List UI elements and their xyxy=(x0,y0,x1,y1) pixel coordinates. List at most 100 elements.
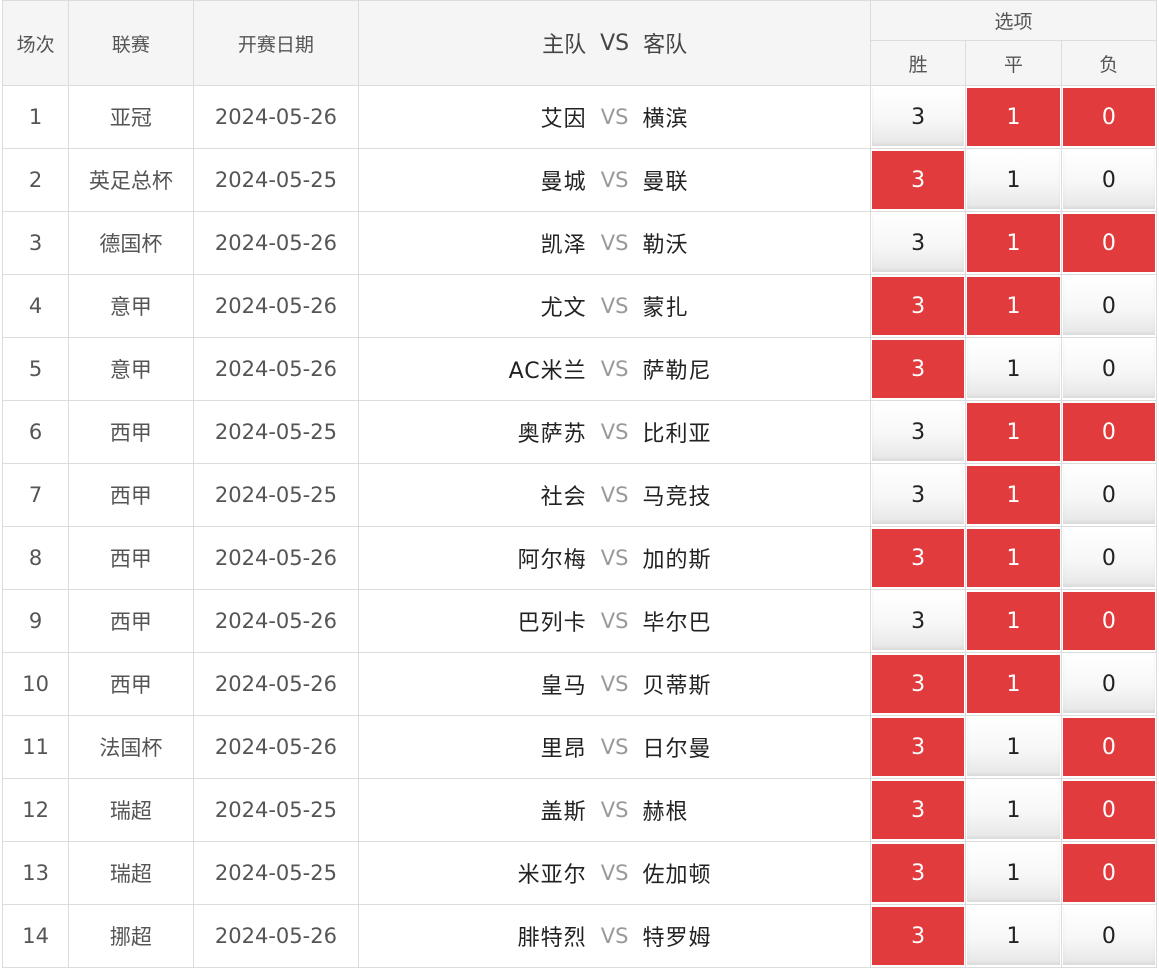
option-draw-button[interactable]: 1 xyxy=(967,592,1060,650)
table-row: 9 西甲 2024-05-26 巴列卡 VS 毕尔巴 3 1 0 xyxy=(1,589,1158,653)
home-team: 曼城 xyxy=(540,170,587,195)
league-name: 瑞超 xyxy=(68,841,194,905)
home-team: 艾因 xyxy=(540,107,587,132)
table-row: 1 亚冠 2024-05-26 艾因 VS 横滨 3 1 0 xyxy=(1,85,1158,149)
header-match: 场次 xyxy=(1,0,70,86)
option-lose-button[interactable]: 0 xyxy=(1062,214,1155,272)
option-draw-button[interactable]: 1 xyxy=(967,214,1060,272)
vs-label: VS xyxy=(600,357,629,381)
option-draw-button[interactable]: 1 xyxy=(967,340,1060,398)
option-draw-button[interactable]: 1 xyxy=(967,529,1060,587)
away-team: 比利亚 xyxy=(642,422,712,447)
teams-cell: 盖斯 VS 赫根 xyxy=(358,778,871,842)
vs-label: VS xyxy=(600,420,629,444)
table-row: 6 西甲 2024-05-25 奥萨苏 VS 比利亚 3 1 0 xyxy=(1,400,1158,464)
option-draw-button[interactable]: 1 xyxy=(967,277,1060,335)
option-draw-button[interactable]: 1 xyxy=(967,655,1060,713)
option-cell-lose: 0 xyxy=(1060,148,1158,212)
option-draw-button[interactable]: 1 xyxy=(967,907,1060,965)
option-lose-button[interactable]: 0 xyxy=(1062,340,1155,398)
match-number: 5 xyxy=(1,337,70,401)
option-cell-lose: 0 xyxy=(1060,652,1158,716)
option-win-button[interactable]: 3 xyxy=(871,655,965,713)
option-win-button[interactable]: 3 xyxy=(871,151,965,209)
home-team: 腓特烈 xyxy=(517,926,587,951)
option-win-button[interactable]: 3 xyxy=(871,718,965,776)
home-team: AC米兰 xyxy=(508,359,587,384)
option-lose-button[interactable]: 0 xyxy=(1062,529,1155,587)
header-teams: 主队 VS 客队 xyxy=(358,0,871,86)
option-cell-lose: 0 xyxy=(1060,904,1158,968)
match-date: 2024-05-26 xyxy=(192,274,360,338)
away-team: 萨勒尼 xyxy=(642,359,712,384)
league-name: 西甲 xyxy=(68,526,194,590)
option-win-button[interactable]: 3 xyxy=(871,277,965,335)
option-lose-button[interactable]: 0 xyxy=(1062,907,1155,965)
table-row: 8 西甲 2024-05-26 阿尔梅 VS 加的斯 3 1 0 xyxy=(1,526,1158,590)
option-lose-button[interactable]: 0 xyxy=(1062,718,1155,776)
option-cell-draw: 1 xyxy=(965,211,1062,275)
league-name: 西甲 xyxy=(68,589,194,653)
option-lose-button[interactable]: 0 xyxy=(1062,88,1155,146)
option-win-button[interactable]: 3 xyxy=(871,466,965,524)
home-team: 凯泽 xyxy=(540,233,587,258)
option-win-button[interactable]: 3 xyxy=(871,592,965,650)
option-draw-button[interactable]: 1 xyxy=(967,88,1060,146)
option-cell-lose: 0 xyxy=(1060,589,1158,653)
option-draw-button[interactable]: 1 xyxy=(967,151,1060,209)
league-name: 英足总杯 xyxy=(68,148,194,212)
option-cell-lose: 0 xyxy=(1060,463,1158,527)
table-row: 4 意甲 2024-05-26 尤文 VS 蒙扎 3 1 0 xyxy=(1,274,1158,338)
match-date: 2024-05-26 xyxy=(192,211,360,275)
option-cell-lose: 0 xyxy=(1060,715,1158,779)
league-name: 西甲 xyxy=(68,463,194,527)
vs-label: VS xyxy=(600,861,629,885)
option-win-button[interactable]: 3 xyxy=(871,88,965,146)
table-row: 14 挪超 2024-05-26 腓特烈 VS 特罗姆 3 1 0 xyxy=(1,904,1158,968)
option-win-button[interactable]: 3 xyxy=(871,844,965,902)
league-name: 挪超 xyxy=(68,904,194,968)
option-win-button[interactable]: 3 xyxy=(871,529,965,587)
option-draw-button[interactable]: 1 xyxy=(967,403,1060,461)
option-cell-draw: 1 xyxy=(965,148,1062,212)
option-draw-button[interactable]: 1 xyxy=(967,781,1060,839)
option-win-button[interactable]: 3 xyxy=(871,214,965,272)
away-team: 日尔曼 xyxy=(642,737,712,762)
table-row: 7 西甲 2024-05-25 社会 VS 马竞技 3 1 0 xyxy=(1,463,1158,527)
option-lose-button[interactable]: 0 xyxy=(1062,655,1155,713)
option-draw-button[interactable]: 1 xyxy=(967,844,1060,902)
match-number: 12 xyxy=(1,778,70,842)
option-cell-draw: 1 xyxy=(965,337,1062,401)
match-number: 13 xyxy=(1,841,70,905)
teams-cell: 尤文 VS 蒙扎 xyxy=(358,274,871,338)
option-lose-button[interactable]: 0 xyxy=(1062,781,1155,839)
away-team: 曼联 xyxy=(642,170,689,195)
match-date: 2024-05-26 xyxy=(192,715,360,779)
header-vs: VS xyxy=(600,30,630,56)
match-number: 11 xyxy=(1,715,70,779)
option-lose-button[interactable]: 0 xyxy=(1062,466,1155,524)
option-win-button[interactable]: 3 xyxy=(871,907,965,965)
option-lose-button[interactable]: 0 xyxy=(1062,844,1155,902)
match-number: 10 xyxy=(1,652,70,716)
option-win-button[interactable]: 3 xyxy=(871,403,965,461)
match-number: 2 xyxy=(1,148,70,212)
away-team: 加的斯 xyxy=(642,548,712,573)
vs-label: VS xyxy=(600,609,629,633)
option-draw-button[interactable]: 1 xyxy=(967,466,1060,524)
table-row: 3 德国杯 2024-05-26 凯泽 VS 勒沃 3 1 0 xyxy=(1,211,1158,275)
table-row: 13 瑞超 2024-05-25 米亚尔 VS 佐加顿 3 1 0 xyxy=(1,841,1158,905)
option-draw-button[interactable]: 1 xyxy=(967,718,1060,776)
option-win-button[interactable]: 3 xyxy=(871,781,965,839)
option-cell-win: 3 xyxy=(869,148,967,212)
option-lose-button[interactable]: 0 xyxy=(1062,403,1155,461)
option-cell-draw: 1 xyxy=(965,778,1062,842)
option-lose-button[interactable]: 0 xyxy=(1062,592,1155,650)
option-lose-button[interactable]: 0 xyxy=(1062,151,1155,209)
league-name: 西甲 xyxy=(68,652,194,716)
option-lose-button[interactable]: 0 xyxy=(1062,277,1155,335)
option-cell-draw: 1 xyxy=(965,652,1062,716)
option-cell-win: 3 xyxy=(869,715,967,779)
option-cell-win: 3 xyxy=(869,841,967,905)
option-win-button[interactable]: 3 xyxy=(871,340,965,398)
